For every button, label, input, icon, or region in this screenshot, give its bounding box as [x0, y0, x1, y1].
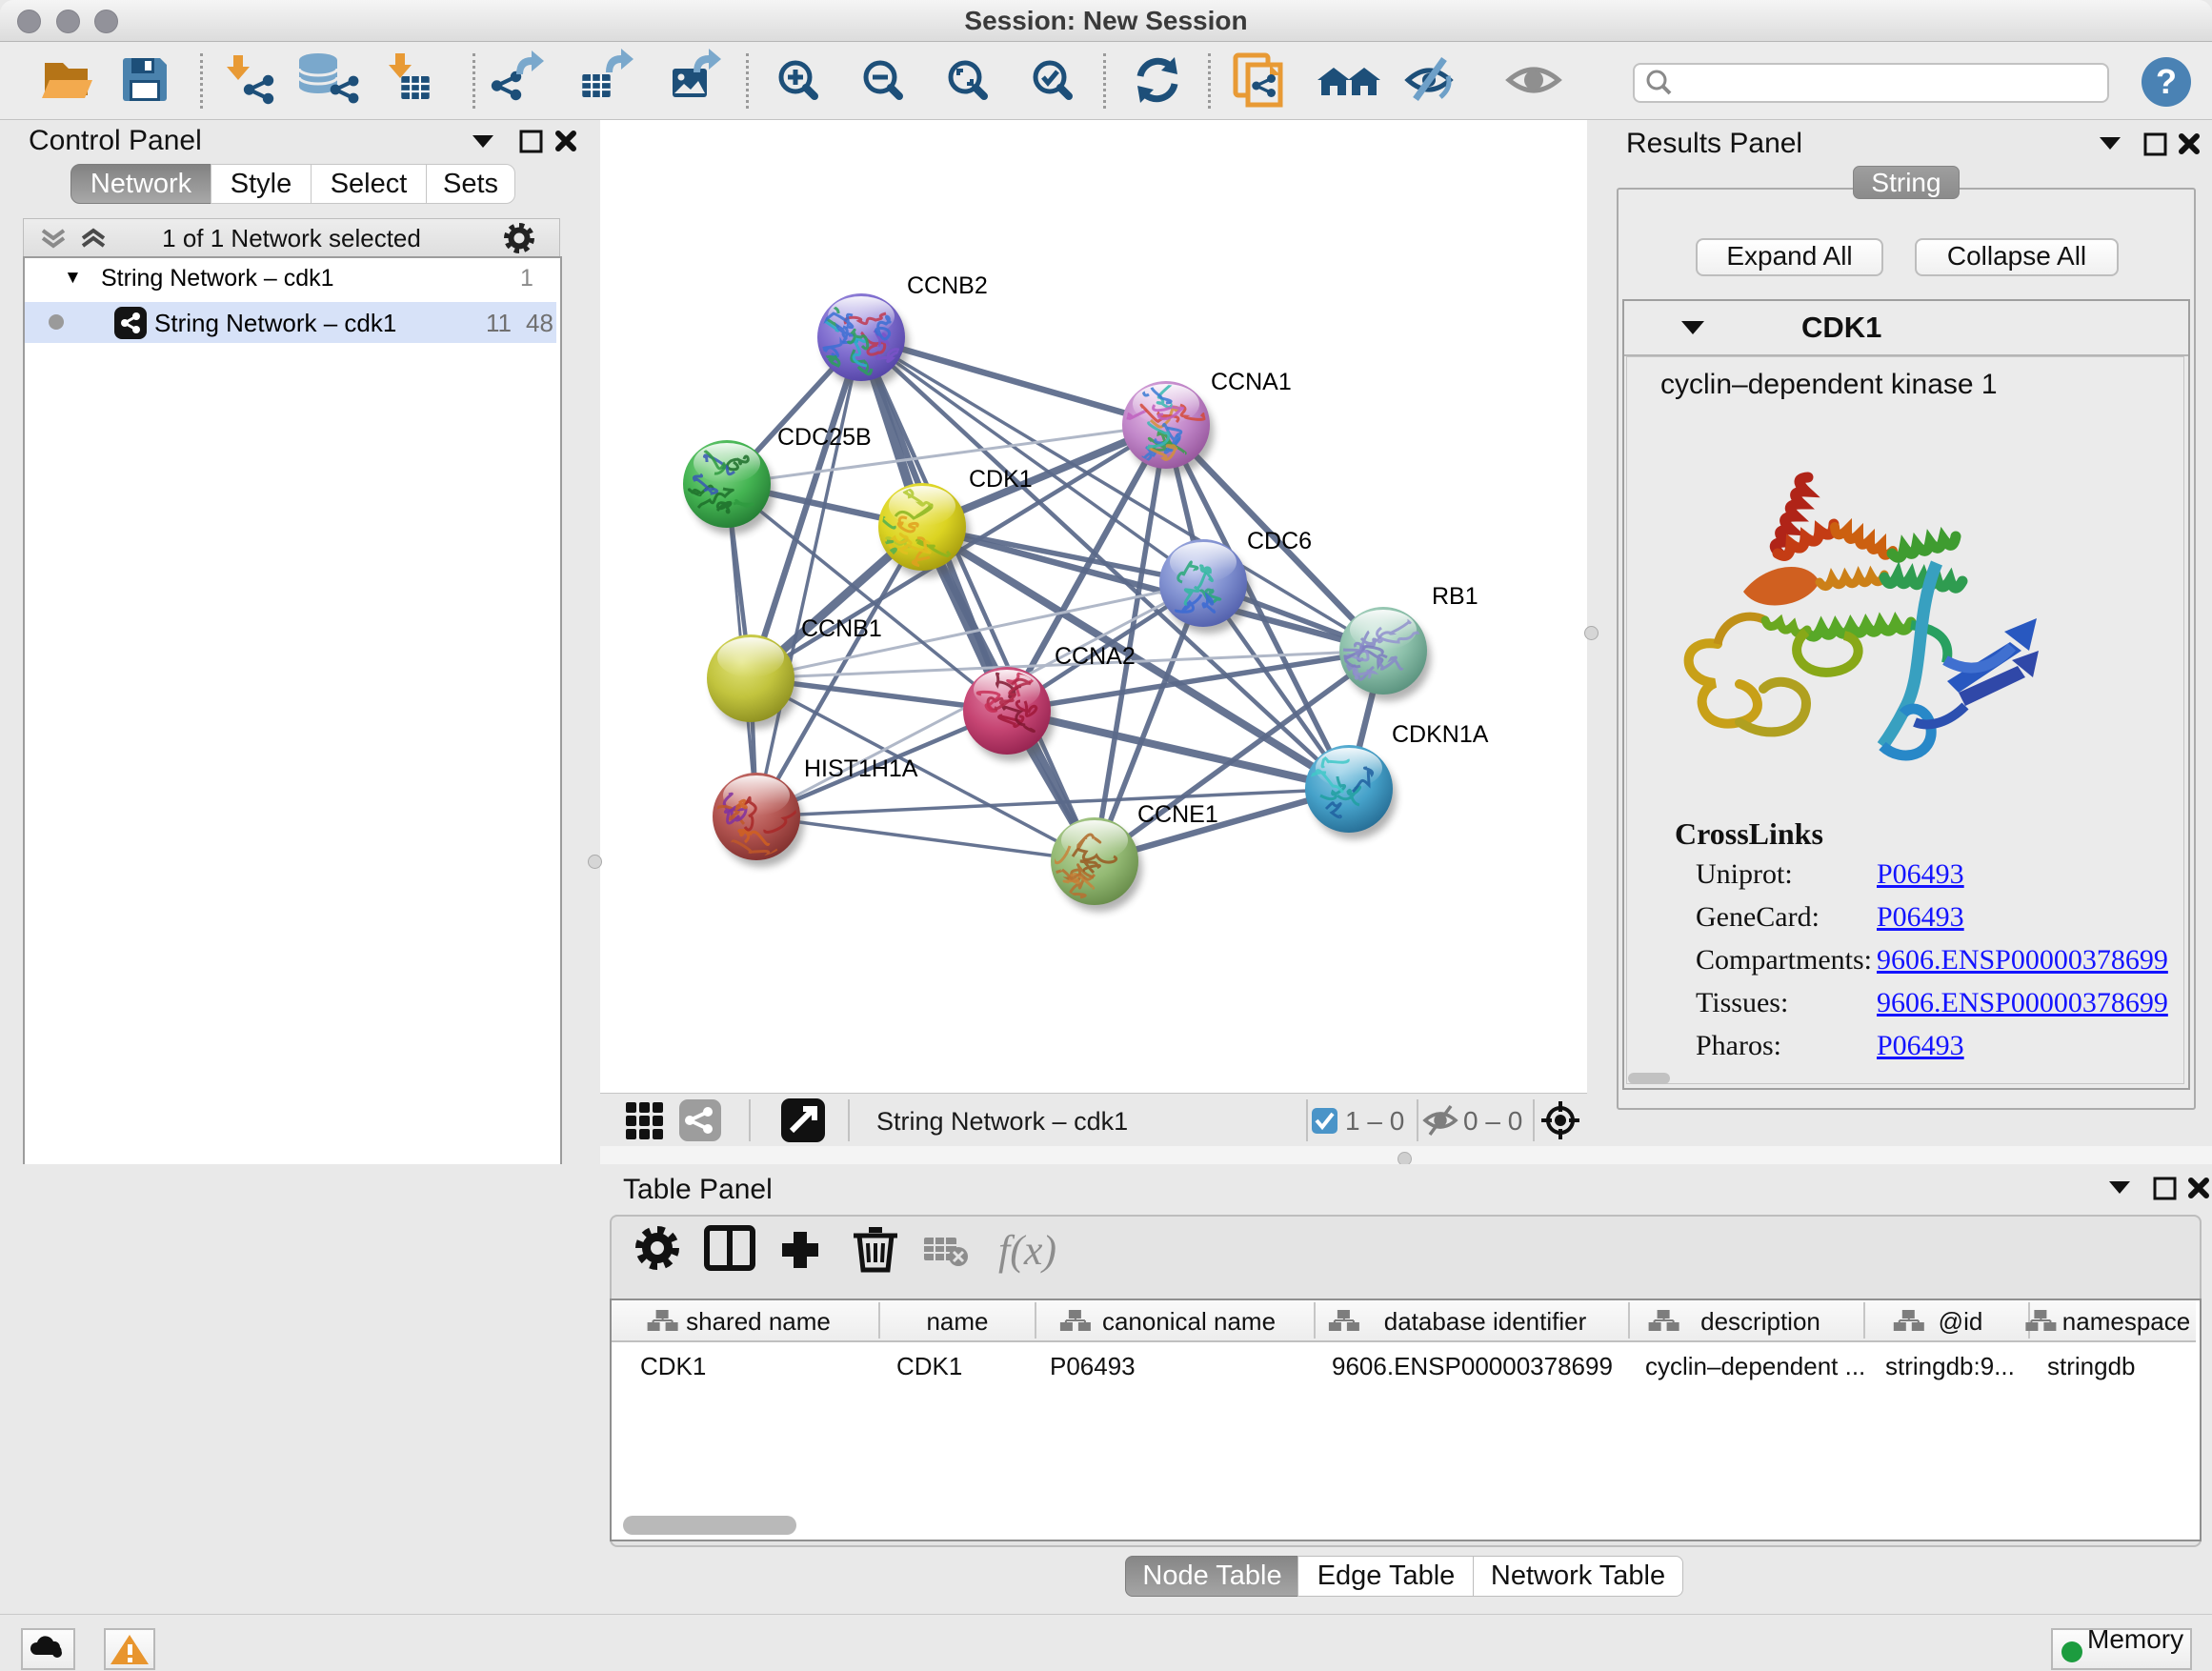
- svg-text:canonical name: canonical name: [1102, 1307, 1276, 1336]
- svg-text:f(x): f(x): [998, 1227, 1056, 1274]
- svg-text:CCNE1: CCNE1: [1137, 801, 1218, 828]
- svg-text:namespace: namespace: [2062, 1307, 2190, 1336]
- svg-text:name: name: [926, 1307, 988, 1336]
- svg-text:CCNB1: CCNB1: [801, 615, 882, 642]
- svg-text:CCNB2: CCNB2: [907, 272, 988, 299]
- svg-text:1 – 0: 1 – 0: [1345, 1106, 1404, 1136]
- svg-text:RB1: RB1: [1432, 583, 1478, 610]
- svg-text:CDC25B: CDC25B: [777, 424, 872, 451]
- svg-text:CCNA1: CCNA1: [1211, 369, 1292, 395]
- svg-text:description: description: [1700, 1307, 1820, 1336]
- svg-text:HIST1H1A: HIST1H1A: [804, 755, 918, 782]
- svg-text:0 – 0: 0 – 0: [1463, 1106, 1522, 1136]
- svg-text:CDKN1A: CDKN1A: [1392, 721, 1489, 748]
- svg-text:@id: @id: [1939, 1307, 1983, 1336]
- svg-text:?: ?: [2156, 62, 2177, 101]
- svg-text:CDK1: CDK1: [969, 466, 1033, 493]
- svg-text:String Network – cdk1: String Network – cdk1: [876, 1107, 1128, 1136]
- svg-text:shared name: shared name: [686, 1307, 831, 1336]
- svg-text:database identifier: database identifier: [1384, 1307, 1587, 1336]
- svg-text:CDC6: CDC6: [1247, 528, 1312, 554]
- svg-text:CCNA2: CCNA2: [1055, 643, 1136, 670]
